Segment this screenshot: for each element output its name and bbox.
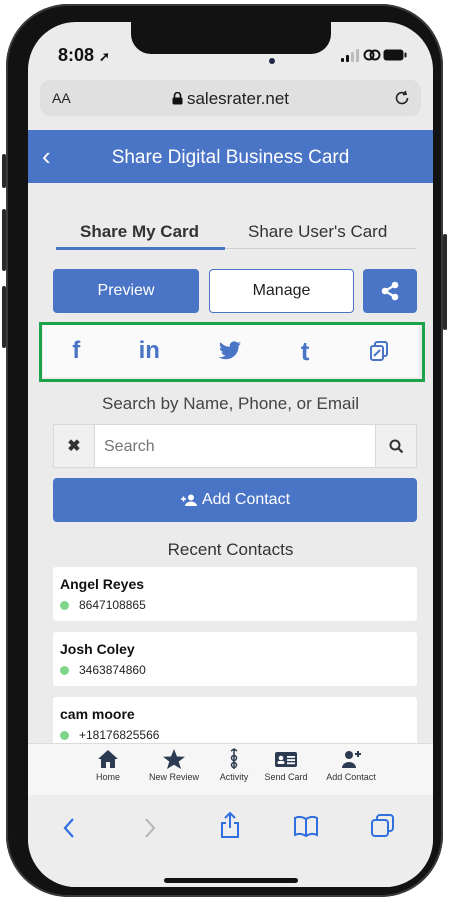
browser-toolbar	[28, 795, 433, 887]
share-tabs: Share My Card Share User's Card	[56, 222, 416, 250]
preview-button[interactable]: Preview	[53, 269, 199, 313]
tab-divider	[225, 248, 416, 249]
location-arrow-icon: ➚	[99, 49, 110, 64]
home-icon	[98, 750, 118, 768]
nav-activity[interactable]: Activity	[214, 748, 254, 782]
clear-search-button[interactable]: ✖	[54, 425, 95, 467]
screen: 8:08 ➚ AA salesrater.net ‹ Share Digital…	[28, 22, 433, 887]
contact-phone: 8647108865	[79, 598, 146, 612]
nav-send-card-label: Send Card	[264, 772, 308, 782]
add-person-icon	[180, 494, 197, 506]
add-contact-label: Add Contact	[201, 491, 291, 508]
contact-card[interactable]: Josh Coley 3463874860	[53, 632, 417, 686]
search-input[interactable]	[102, 425, 366, 469]
nav-home-label: Home	[95, 772, 120, 782]
online-status-dot	[60, 665, 69, 675]
tab-share-my-card[interactable]: Share My Card	[80, 222, 199, 242]
status-time: 8:08 ➚	[58, 45, 110, 65]
contact-phone: +18176825566	[79, 728, 160, 742]
notch	[131, 22, 331, 54]
reload-icon[interactable]	[393, 89, 411, 107]
add-person-icon	[342, 751, 361, 768]
power-button	[443, 234, 447, 330]
linkedin-icon[interactable]: in	[139, 337, 160, 365]
nav-home[interactable]: Home	[88, 748, 128, 782]
recent-contacts-title: Recent Contacts	[167, 540, 294, 559]
contact-name: Josh Coley	[60, 641, 135, 657]
contact-phone-row: 3463874860	[60, 663, 146, 677]
share-icon	[381, 281, 399, 301]
back-icon[interactable]	[62, 817, 76, 839]
online-status-dot	[60, 600, 69, 610]
facebook-icon[interactable]: f	[72, 337, 80, 365]
address-bar[interactable]: AA salesrater.net	[40, 80, 421, 116]
search-box: ✖	[53, 424, 417, 469]
nav-activity-label: Activity	[219, 772, 249, 782]
online-status-dot	[60, 730, 69, 740]
app-header: ‹ Share Digital Business Card	[28, 130, 433, 183]
search-icon	[389, 439, 403, 453]
domain-text: salesrater.net	[186, 89, 290, 108]
contact-phone: 3463874860	[79, 663, 146, 677]
tumblr-icon[interactable]: t	[301, 336, 310, 367]
add-contact-button[interactable]: Add Contact	[53, 478, 417, 522]
nav-new-review[interactable]: New Review	[142, 748, 206, 782]
lock-icon	[172, 91, 183, 105]
nav-new-review-label: New Review	[148, 772, 199, 782]
forward-icon[interactable]	[143, 817, 157, 839]
contact-phone-row: 8647108865	[60, 598, 146, 612]
bookmarks-icon[interactable]	[293, 815, 319, 837]
share-sheet-icon[interactable]	[219, 811, 241, 839]
link-icon	[363, 49, 381, 61]
copy-link-icon[interactable]	[368, 340, 390, 362]
bottom-nav: Home New Review Activity Send Card Add C…	[28, 743, 433, 796]
contact-card[interactable]: Angel Reyes 8647108865	[53, 567, 417, 621]
close-icon: ✖	[67, 438, 81, 455]
contact-name: Angel Reyes	[60, 576, 145, 592]
camera-dot	[269, 58, 275, 64]
nav-add-contact-label: Add Contact	[326, 772, 376, 782]
mute-switch	[2, 154, 6, 188]
tab-share-users-card[interactable]: Share User's Card	[248, 222, 387, 242]
search-submit-button[interactable]	[375, 425, 416, 467]
contact-phone-row: +18176825566	[60, 728, 159, 742]
twitter-icon[interactable]	[218, 341, 242, 361]
signal-icon	[341, 49, 359, 62]
home-indicator	[164, 878, 298, 883]
phone-frame: 8:08 ➚ AA salesrater.net ‹ Share Digital…	[2, 4, 447, 897]
volume-down-button	[2, 286, 6, 348]
social-share-bar: f in t	[43, 325, 419, 377]
manage-button[interactable]: Manage	[209, 269, 354, 313]
page-title: Share Digital Business Card	[111, 147, 350, 168]
search-label: Search by Name, Phone, or Email	[101, 394, 359, 413]
tabs-icon[interactable]	[370, 813, 396, 839]
battery-icon	[383, 49, 407, 61]
active-tab-underline	[56, 247, 225, 250]
card-icon	[275, 752, 297, 767]
url-display[interactable]: salesrater.net	[40, 89, 421, 109]
volume-up-button	[2, 209, 6, 271]
contact-name: cam moore	[60, 706, 135, 722]
activity-icon	[230, 748, 238, 769]
share-button[interactable]	[363, 269, 417, 313]
nav-send-card[interactable]: Send Card	[259, 748, 313, 782]
nav-add-contact[interactable]: Add Contact	[319, 748, 383, 782]
star-icon	[163, 749, 185, 769]
